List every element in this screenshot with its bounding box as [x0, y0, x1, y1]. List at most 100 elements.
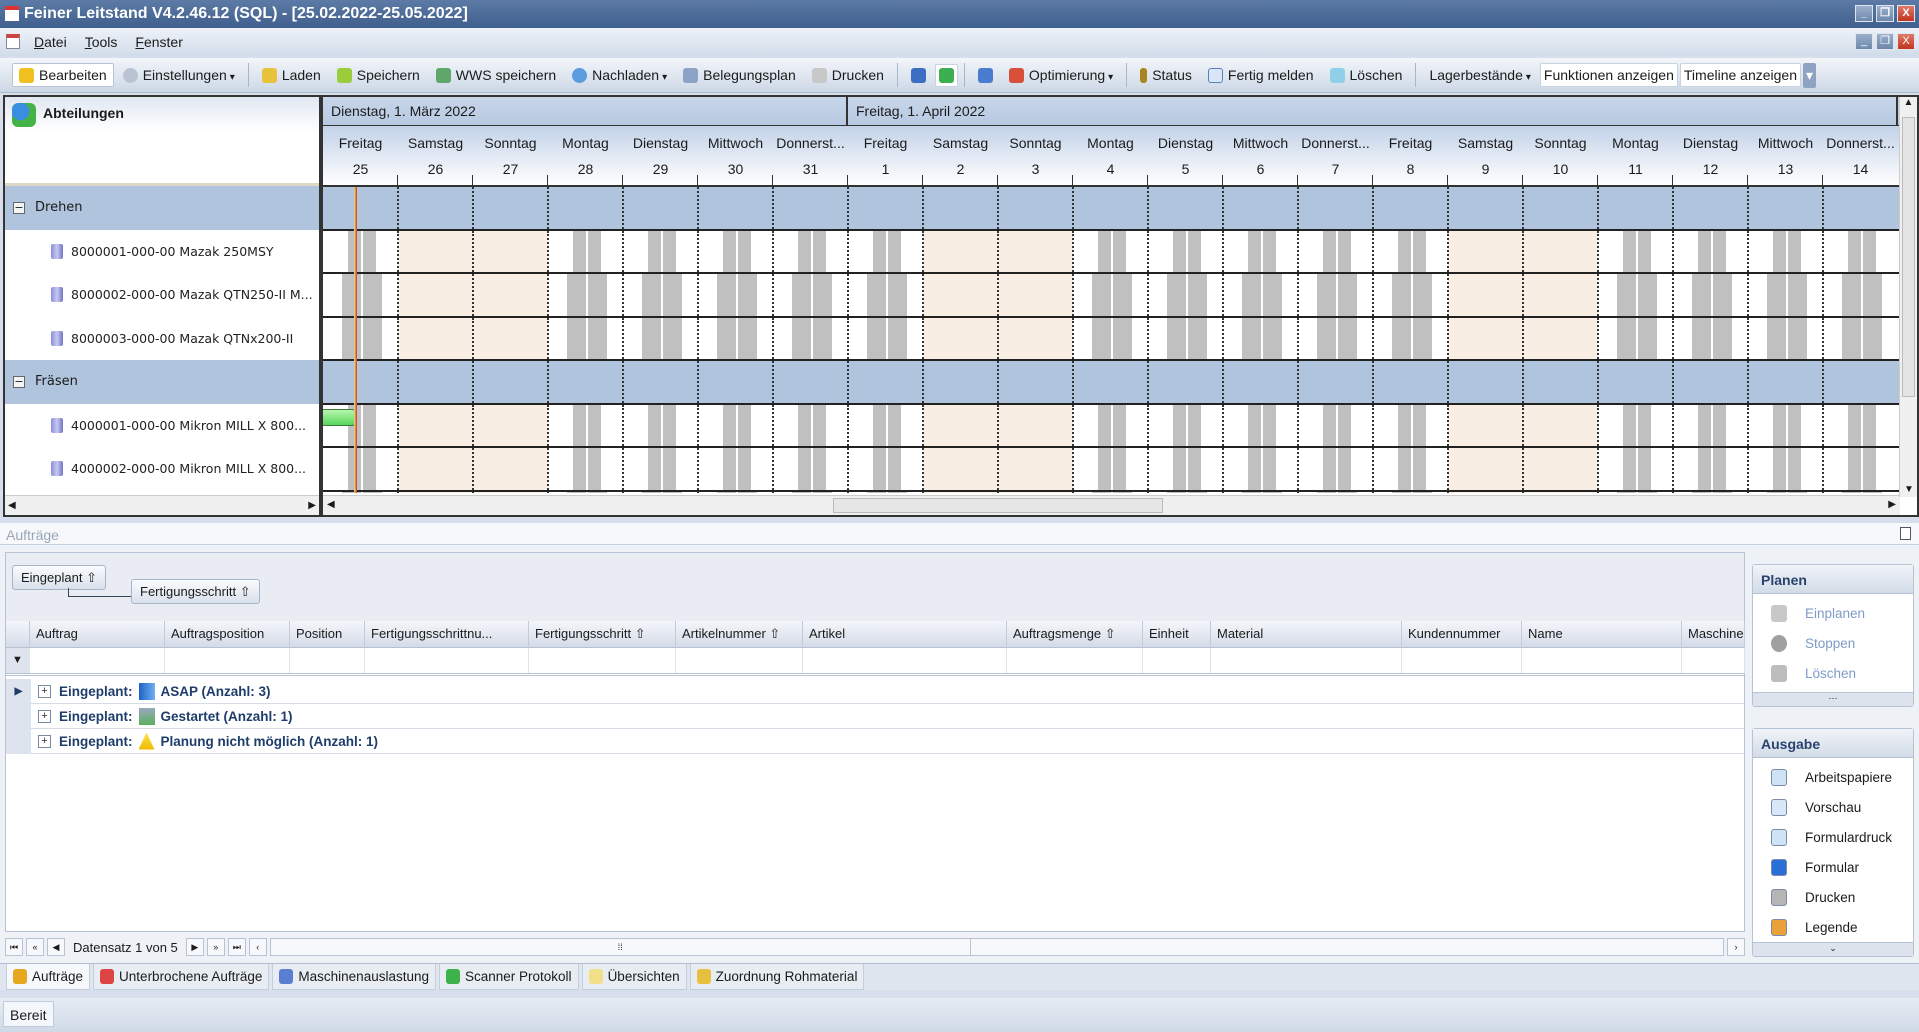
group-chip-eingeplant[interactable]: Eingeplant ⇧	[12, 565, 106, 590]
mdi-close-button[interactable]: X	[1897, 33, 1915, 50]
next-record-button[interactable]: ▶	[185, 938, 204, 956]
prev-page-button[interactable]: «	[26, 938, 44, 956]
ausgabe-arbeitspapiere[interactable]: Arbeitspapiere	[1753, 762, 1913, 792]
grid-horizontal-scrollbar[interactable]: ⁞⁞	[269, 938, 1724, 956]
timeline-anzeigen-button[interactable]: Timeline anzeigen	[1679, 63, 1801, 87]
layout-button[interactable]	[904, 64, 933, 87]
group-row[interactable]: + Eingeplant: Gestartet (Anzahl: 1)	[6, 703, 1744, 729]
column-header-fertigungsschritt[interactable]: Fertigungsschritt ⇧	[529, 621, 676, 648]
first-record-button[interactable]: ⏮	[5, 938, 23, 956]
tree-machine-item[interactable]: 4000002-000-00 Mikron MILL X 800...	[5, 447, 319, 491]
column-header-artikelnummer[interactable]: Artikelnummer ⇧	[676, 621, 803, 648]
lagerbestaende-dropdown[interactable]: Lagerbestände	[1422, 63, 1537, 87]
task-bar[interactable]	[323, 408, 357, 426]
gantt-group-row[interactable]	[323, 361, 1903, 405]
gantt-machine-row[interactable]	[323, 230, 1903, 274]
column-header-auftrag[interactable]: Auftrag	[30, 621, 165, 648]
wws-speichern-button[interactable]: WWS speichern	[429, 63, 563, 87]
column-header-einheit[interactable]: Einheit	[1143, 621, 1211, 648]
filter-cell[interactable]	[290, 648, 365, 673]
gantt-machine-row[interactable]	[323, 404, 1903, 448]
tab-bersichten[interactable]: Übersichten	[581, 964, 687, 990]
drucken-button[interactable]: Drucken	[805, 63, 891, 87]
column-header-name[interactable]: Name	[1522, 621, 1682, 648]
loeschen-button[interactable]: Löschen	[1323, 63, 1410, 87]
filter-cell[interactable]	[803, 648, 1007, 673]
column-header-position[interactable]: Position	[290, 621, 365, 648]
mdi-restore-button[interactable]: ❐	[1876, 33, 1894, 50]
status-button[interactable]: Status	[1133, 63, 1199, 87]
group-row[interactable]: + Eingeplant: Planung nicht möglich (Anzah…	[6, 728, 1744, 754]
column-header-artikel[interactable]: Artikel	[803, 621, 1007, 648]
tree-group-fr-sen[interactable]: − Fräsen	[5, 360, 319, 404]
next-page-button[interactable]: »	[206, 938, 225, 956]
belegungsplan-button[interactable]: Belegungsplan	[676, 63, 803, 87]
ausgabe-drucken[interactable]: Drucken	[1753, 882, 1913, 912]
tree-group-drehen[interactable]: − Drehen	[5, 186, 319, 230]
optimierung-button[interactable]: Optimierung	[1002, 63, 1120, 87]
expand-icon[interactable]: +	[38, 684, 51, 698]
gantt-machine-row[interactable]	[323, 274, 1903, 318]
speichern-button[interactable]: Speichern	[330, 63, 427, 87]
gantt-chart[interactable]: Dienstag, 1. März 2022 Freitag, 1. April …	[321, 95, 1919, 517]
last-record-button[interactable]: ⏭	[227, 938, 246, 956]
ausgabe-formular[interactable]: Formular	[1753, 852, 1913, 882]
menu-datei[interactable]: Datei	[34, 34, 67, 50]
transfer-button[interactable]	[934, 63, 958, 87]
tab-scanner-protokoll[interactable]: Scanner Protokoll	[439, 964, 579, 990]
scroll-right-button[interactable]: ›	[1727, 938, 1745, 956]
toolbar-overflow-button[interactable]: ▾	[1803, 62, 1817, 88]
filter-cell[interactable]	[1402, 648, 1522, 673]
gantt-machine-row[interactable]	[323, 317, 1903, 361]
menu-fenster[interactable]: Fenster	[135, 34, 182, 50]
prev-record-button[interactable]: ◀	[47, 938, 65, 956]
scroll-left-button[interactable]: ‹	[248, 938, 267, 956]
restore-button[interactable]: ❐	[1876, 5, 1894, 22]
column-header-material[interactable]: Material	[1211, 621, 1402, 648]
mdi-minimize-button[interactable]: _	[1855, 33, 1873, 50]
filter-cell[interactable]	[529, 648, 676, 673]
filter-cell[interactable]	[165, 648, 290, 673]
tree-machine-item[interactable]: 8000002-000-00 Mazak QTN250-II M...	[5, 273, 319, 317]
gantt-horizontal-scrollbar[interactable]: ◀ ▶	[323, 495, 1900, 515]
column-header-fertigungsschrittnu[interactable]: Fertigungsschrittnu...	[365, 621, 529, 648]
close-button[interactable]: X	[1897, 5, 1915, 22]
nachladen-button[interactable]: Nachladen	[565, 63, 674, 87]
laden-button[interactable]: Laden	[255, 63, 328, 87]
bearbeiten-button[interactable]: Bearbeiten	[12, 63, 114, 87]
gantt-machine-row[interactable]	[323, 491, 1903, 493]
filter-cell[interactable]	[676, 648, 803, 673]
gantt-vertical-scrollbar[interactable]: ▲ ▼	[1899, 97, 1917, 497]
collapse-icon[interactable]: −	[13, 201, 25, 214]
tree-machine-item[interactable]: 8000003-000-00 Mazak QTNx200-II	[5, 317, 319, 361]
ausgabe-legende[interactable]: Legende	[1753, 912, 1913, 942]
pin-icon[interactable]	[1900, 527, 1911, 540]
collapse-icon[interactable]: −	[13, 375, 25, 388]
planen-more-button[interactable]: ⋯	[1753, 692, 1913, 706]
filter-cell[interactable]	[1522, 648, 1682, 673]
tree-horizontal-scrollbar[interactable]: ◀ ▶	[5, 495, 319, 515]
tree-machine-item[interactable]: 8000001-000-00 Mazak 250MSY	[5, 230, 319, 274]
planen-einplanen[interactable]: Einplanen	[1753, 598, 1913, 628]
expand-icon[interactable]: +	[38, 709, 51, 723]
funktionen-anzeigen-button[interactable]: Funktionen anzeigen	[1539, 63, 1678, 87]
gantt-group-row[interactable]	[323, 187, 1903, 231]
planen-stoppen[interactable]: Stoppen	[1753, 628, 1913, 658]
expand-icon[interactable]: +	[38, 734, 51, 748]
planen-l-schen[interactable]: Löschen	[1753, 658, 1913, 688]
filter-cell[interactable]	[1211, 648, 1402, 673]
column-header-kundennummer[interactable]: Kundennummer	[1402, 621, 1522, 648]
filter-cell[interactable]	[30, 648, 165, 673]
gantt-rows[interactable]	[323, 187, 1903, 493]
filter-row[interactable]: ▼	[6, 648, 1745, 676]
ausgabe-formulardruck[interactable]: Formulardruck	[1753, 822, 1913, 852]
fertig-melden-button[interactable]: Fertig melden	[1201, 63, 1321, 87]
select-button[interactable]	[971, 64, 1000, 87]
filter-cell[interactable]	[1007, 648, 1143, 673]
column-header-auftragsmenge[interactable]: Auftragsmenge ⇧	[1007, 621, 1143, 648]
filter-cell[interactable]	[1143, 648, 1211, 673]
filter-cell[interactable]	[365, 648, 529, 673]
group-row[interactable]: ▶ + Eingeplant: ASAP (Anzahl: 3)	[6, 678, 1744, 704]
ausgabe-vorschau[interactable]: Vorschau	[1753, 792, 1913, 822]
minimize-button[interactable]: _	[1855, 5, 1873, 22]
